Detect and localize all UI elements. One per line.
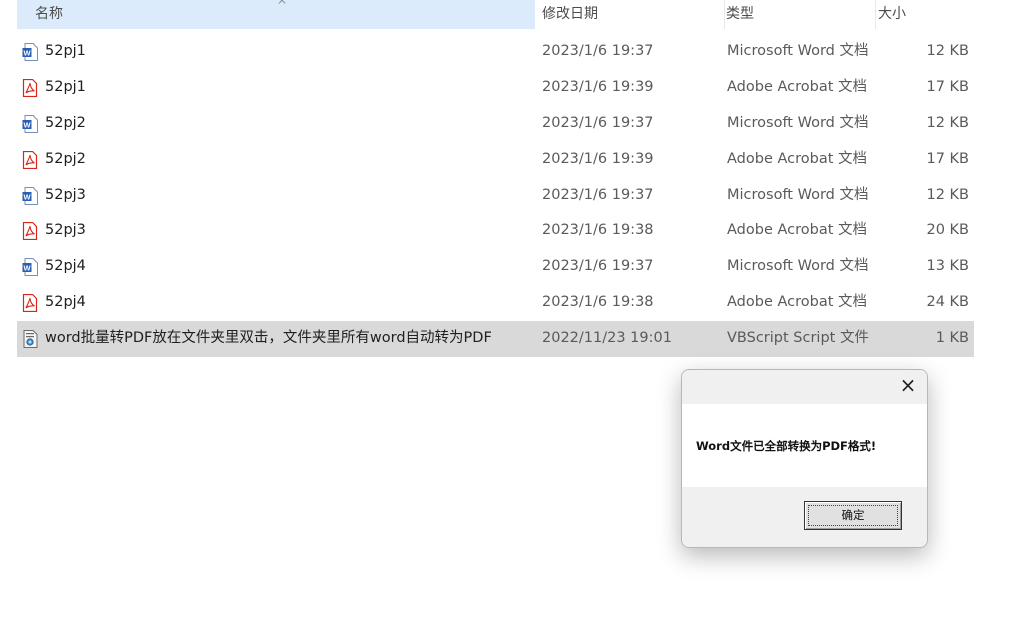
file-size: 12 KB [926, 43, 969, 59]
file-date: 2022/11/23 19:01 [542, 330, 672, 347]
file-name: 52pj4 [45, 258, 86, 275]
file-type: Microsoft Word 文档 [727, 186, 869, 203]
file-date: 2023/1/6 19:38 [542, 222, 654, 239]
column-header-size[interactable]: 大小 [878, 0, 978, 29]
file-row[interactable]: 52pj1 2023/1/6 19:39 Adobe Acrobat 文档 17… [17, 70, 974, 106]
file-size: 17 KB [926, 150, 969, 167]
svg-text:W: W [23, 120, 31, 129]
file-size: 17 KB [926, 78, 969, 95]
column-header-type-label: 类型 [726, 6, 754, 22]
file-size: 13 KB [926, 258, 969, 275]
word-doc-icon: W [22, 258, 38, 277]
column-header-row: ^ 名称 ⌵ 修改日期 类型 大小 [17, 0, 978, 29]
dialog-body: Word文件已全部转换为PDF格式! [682, 404, 927, 487]
column-header-type[interactable]: 类型 [726, 0, 876, 29]
file-type: Adobe Acrobat 文档 [727, 150, 868, 167]
file-name: 52pj2 [45, 150, 86, 167]
file-name: 52pj3 [45, 186, 86, 203]
file-name: 52pj2 [45, 114, 86, 131]
pdf-icon [22, 150, 38, 169]
file-size: 12 KB [926, 186, 969, 203]
file-list: W 52pj1 2023/1/6 19:37 Microsoft Word 文档… [17, 34, 974, 358]
focus-ring [808, 505, 898, 526]
column-header-date[interactable]: 修改日期 [542, 0, 718, 29]
pdf-icon [22, 78, 38, 97]
svg-text:W: W [23, 264, 31, 273]
file-row[interactable]: 52pj2 2023/1/6 19:39 Adobe Acrobat 文档 17… [17, 142, 974, 178]
file-type: Microsoft Word 文档 [727, 114, 869, 131]
file-type: Adobe Acrobat 文档 [727, 294, 868, 311]
file-type: Microsoft Word 文档 [727, 258, 869, 275]
file-name: 52pj3 [45, 222, 86, 239]
file-date: 2023/1/6 19:39 [542, 78, 654, 95]
svg-text:W: W [23, 192, 31, 201]
column-divider[interactable] [724, 0, 725, 29]
sort-ascending-icon: ^ [277, 0, 288, 12]
file-type: VBScript Script 文件 [727, 330, 869, 347]
file-size: 24 KB [926, 294, 969, 311]
file-row-selected[interactable]: word批量转PDF放在文件夹里双击，文件夹里所有word自动转为PDF 202… [17, 321, 974, 358]
file-date: 2023/1/6 19:37 [542, 43, 654, 59]
file-type: Adobe Acrobat 文档 [727, 222, 868, 239]
file-name: 52pj1 [45, 78, 86, 95]
file-row[interactable]: W 52pj4 2023/1/6 19:37 Microsoft Word 文档… [17, 249, 974, 285]
file-date: 2023/1/6 19:38 [542, 294, 654, 311]
dialog-message: Word文件已全部转换为PDF格式! [696, 439, 877, 453]
file-name: word批量转PDF放在文件夹里双击，文件夹里所有word自动转为PDF [45, 330, 492, 347]
file-size: 20 KB [926, 222, 969, 239]
file-size: 12 KB [926, 114, 969, 131]
pdf-icon [22, 294, 38, 313]
file-row[interactable]: 52pj4 2023/1/6 19:38 Adobe Acrobat 文档 24… [17, 285, 974, 321]
file-name: 52pj1 [45, 43, 86, 59]
dialog-footer: 确定 [682, 487, 927, 547]
file-type: Adobe Acrobat 文档 [727, 78, 868, 95]
file-name: 52pj4 [45, 294, 86, 311]
file-row[interactable]: 52pj3 2023/1/6 19:38 Adobe Acrobat 文档 20… [17, 213, 974, 249]
file-date: 2023/1/6 19:37 [542, 114, 654, 131]
file-date: 2023/1/6 19:39 [542, 150, 654, 167]
pdf-icon [22, 222, 38, 241]
word-doc-icon: W [22, 186, 38, 205]
file-date: 2023/1/6 19:37 [542, 258, 654, 275]
vbscript-file-icon [23, 330, 38, 349]
file-type: Microsoft Word 文档 [727, 43, 869, 59]
column-header-name[interactable]: ^ 名称 ⌵ [17, 0, 551, 29]
svg-text:W: W [23, 48, 31, 57]
dialog-titlebar[interactable]: × [682, 370, 927, 404]
close-icon[interactable]: × [899, 375, 917, 395]
file-date: 2023/1/6 19:37 [542, 186, 654, 203]
file-row[interactable]: W 52pj3 2023/1/6 19:37 Microsoft Word 文档… [17, 178, 974, 214]
word-doc-icon: W [22, 114, 38, 133]
word-doc-icon: W [22, 43, 38, 61]
ok-button[interactable]: 确定 [804, 501, 902, 530]
file-size: 1 KB [935, 330, 969, 347]
file-row[interactable]: W 52pj2 2023/1/6 19:37 Microsoft Word 文档… [17, 106, 974, 142]
column-header-date-label: 修改日期 [542, 6, 598, 22]
column-header-size-label: 大小 [878, 6, 906, 22]
file-row[interactable]: W 52pj1 2023/1/6 19:37 Microsoft Word 文档… [17, 34, 974, 70]
column-header-name-label: 名称 [35, 6, 63, 22]
message-dialog: × Word文件已全部转换为PDF格式! 确定 [681, 369, 928, 548]
